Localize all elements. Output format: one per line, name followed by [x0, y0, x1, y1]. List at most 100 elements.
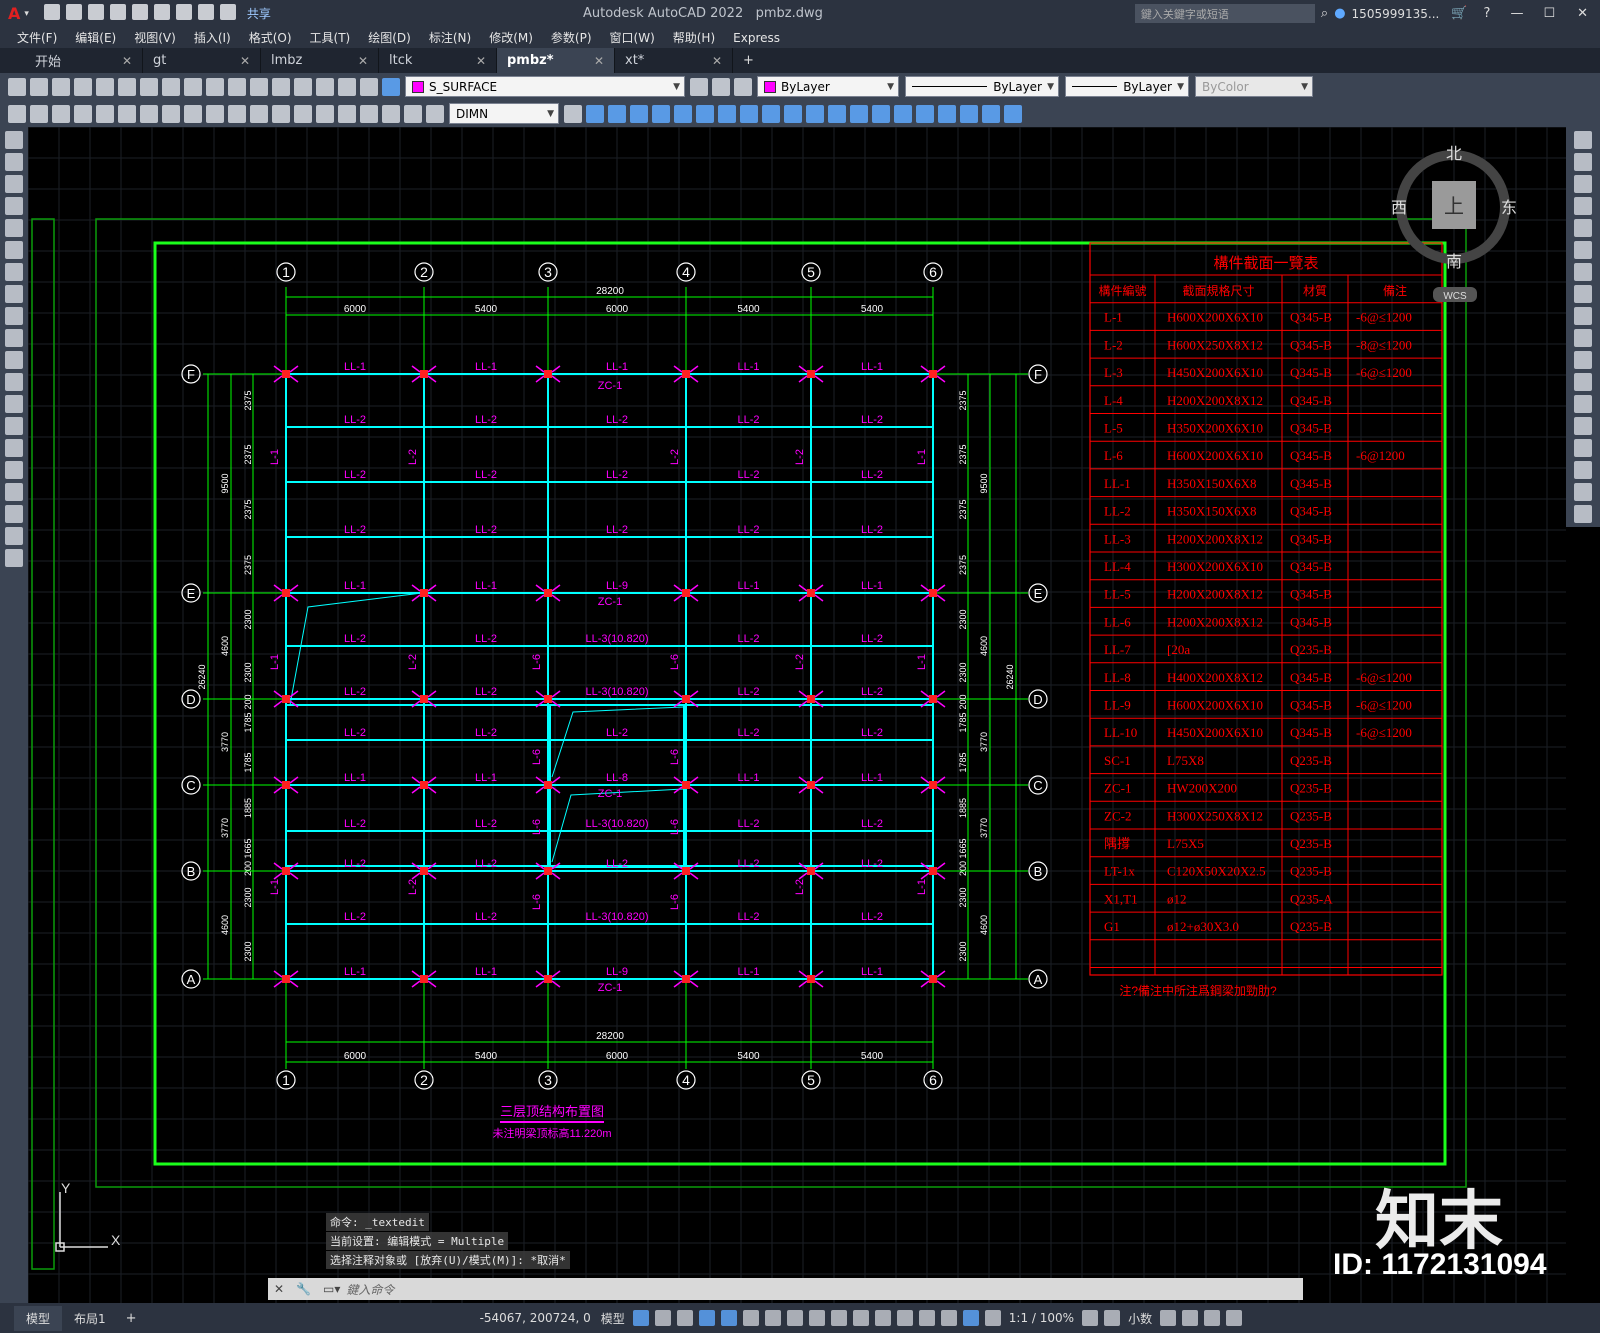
insert-icon[interactable]	[1004, 104, 1022, 123]
dyn-input-icon[interactable]	[698, 1310, 715, 1326]
cart-icon[interactable]: 🛒	[1451, 6, 1467, 21]
coordinates-readout[interactable]: -54067, 200724, 0	[480, 1311, 591, 1325]
doc-tab-0[interactable]: 开始 ✕	[25, 48, 143, 73]
mirror-icon[interactable]	[608, 104, 626, 123]
break-icon[interactable]	[806, 104, 824, 123]
close-tab-icon[interactable]: ✕	[594, 54, 604, 68]
line-icon[interactable]	[5, 131, 23, 149]
menu-item-9[interactable]: 参数(P)	[551, 29, 592, 46]
extend-icon[interactable]	[784, 104, 802, 123]
viewcube-south[interactable]: 南	[1446, 253, 1462, 271]
add-selected-icon[interactable]	[5, 549, 23, 567]
dim-aligned-icon[interactable]	[30, 104, 48, 123]
gradient-icon[interactable]	[5, 461, 23, 479]
qnew-icon[interactable]	[8, 77, 26, 96]
polygon-icon[interactable]	[5, 197, 23, 215]
close-tab-icon[interactable]: ✕	[358, 54, 368, 68]
rectangle-icon[interactable]	[5, 219, 23, 237]
help-icon[interactable]: ?	[1484, 6, 1491, 21]
arc-icon[interactable]	[5, 241, 23, 259]
annotation-monitor-icon[interactable]	[1104, 1310, 1121, 1326]
lineweight-dropdown[interactable]: ByLayer ▼	[1065, 76, 1189, 97]
menu-item-6[interactable]: 绘图(D)	[368, 29, 411, 46]
model-space-toggle[interactable]: 模型	[601, 1310, 625, 1327]
hatch-icon[interactable]	[5, 439, 23, 457]
stretch-icon[interactable]	[740, 104, 758, 123]
object-track-icon[interactable]	[786, 1310, 803, 1326]
cmd-recent-icon[interactable]: ▭▾	[323, 1282, 340, 1296]
offset-icon[interactable]	[630, 104, 648, 123]
move-icon[interactable]	[674, 104, 692, 123]
drawing-canvas[interactable]: 1 1 2 2 3 3 4 4 5 5 6 6 F F E E D D C C B B A A 28200 6000 5400 600…	[28, 127, 1566, 1303]
menu-item-8[interactable]: 修改(M)	[489, 29, 533, 46]
isolate-icon[interactable]	[1182, 1310, 1199, 1326]
clean-screen-icon[interactable]	[1204, 1310, 1221, 1326]
circle-icon[interactable]	[5, 263, 23, 281]
properties-icon[interactable]	[294, 77, 312, 96]
save-icon[interactable]	[52, 77, 70, 96]
design-center-icon[interactable]	[316, 77, 334, 96]
menu-item-5[interactable]: 工具(T)	[310, 29, 351, 46]
maximize-button[interactable]: ☐	[1543, 6, 1555, 21]
osnap-icon[interactable]	[808, 1310, 825, 1326]
app-menu-chevron-icon[interactable]: ▾	[24, 9, 29, 19]
close-tab-icon[interactable]: ✕	[122, 54, 132, 68]
snap-toggle-icon[interactable]	[654, 1310, 671, 1326]
dim-continue-icon[interactable]	[228, 104, 246, 123]
save-icon[interactable]	[87, 3, 104, 20]
dim-angular-icon[interactable]	[162, 104, 180, 123]
tolerance-icon[interactable]	[294, 104, 312, 123]
dim-update-icon[interactable]	[426, 104, 444, 123]
annotation-visibility-icon[interactable]	[940, 1310, 957, 1326]
menu-item-12[interactable]: Express	[733, 31, 780, 45]
help-icon[interactable]	[360, 77, 378, 96]
user-name[interactable]: 1505999135...	[1352, 7, 1440, 21]
dim-space-icon[interactable]	[250, 104, 268, 123]
ungroup-icon[interactable]	[960, 104, 978, 123]
menu-item-11[interactable]: 帮助(H)	[673, 29, 715, 46]
menu-item-7[interactable]: 标注(N)	[429, 29, 471, 46]
menu-item-1[interactable]: 编辑(E)	[75, 29, 116, 46]
scale-icon[interactable]	[718, 104, 736, 123]
minimize-button[interactable]: —	[1510, 6, 1523, 21]
open-icon[interactable]	[65, 3, 82, 20]
close-tab-icon[interactable]: ✕	[240, 54, 250, 68]
plotstyle-dropdown[interactable]: ByColor ▼	[1195, 76, 1313, 97]
print-icon[interactable]	[175, 3, 192, 20]
annotation-scale-icon[interactable]	[984, 1310, 1001, 1326]
calc-icon[interactable]	[338, 77, 356, 96]
dim-jogged-icon[interactable]	[118, 104, 136, 123]
copy-icon[interactable]	[1574, 153, 1592, 171]
polyline-icon[interactable]	[5, 175, 23, 193]
menu-item-4[interactable]: 格式(O)	[249, 29, 292, 46]
doc-tab-2[interactable]: lmbz ✕	[261, 48, 379, 73]
extend-icon[interactable]	[1574, 351, 1592, 369]
menu-item-10[interactable]: 窗口(W)	[610, 29, 655, 46]
erase-icon[interactable]	[916, 104, 934, 123]
array-icon[interactable]	[1574, 219, 1592, 237]
customize-cmd-icon[interactable]: 🔧	[296, 1282, 311, 1296]
trim-icon[interactable]	[762, 104, 780, 123]
offset-icon[interactable]	[1574, 197, 1592, 215]
dim-baseline-icon[interactable]	[206, 104, 224, 123]
workspace-gear-icon[interactable]	[1082, 1310, 1099, 1326]
match-prop-icon[interactable]	[184, 77, 202, 96]
block-icon[interactable]	[982, 104, 1000, 123]
close-tab-icon[interactable]: ✕	[476, 54, 486, 68]
linetype-dropdown[interactable]: ByLayer ▼	[905, 76, 1059, 97]
add-layout-icon[interactable]: +	[126, 1311, 137, 1326]
dim-edit-icon[interactable]	[382, 104, 400, 123]
join-icon[interactable]	[1574, 417, 1592, 435]
layout-tab-model[interactable]: 模型	[14, 1305, 63, 1331]
chamfer-icon[interactable]	[850, 104, 868, 123]
dim-break-icon[interactable]	[272, 104, 290, 123]
dim-text-edit-icon[interactable]	[404, 104, 422, 123]
lineweight-icon[interactable]	[830, 1310, 847, 1326]
close-button[interactable]: ✕	[1577, 6, 1588, 21]
layer-state-icon[interactable]	[382, 77, 400, 96]
mirror-icon[interactable]	[1574, 175, 1592, 193]
polar-icon[interactable]	[742, 1310, 759, 1326]
ellipse-arc-icon[interactable]	[5, 351, 23, 369]
share-button[interactable]: 共享	[247, 5, 271, 22]
command-line[interactable]: ✕ 🔧 ▭▾ 鍵入命令	[268, 1278, 1303, 1300]
